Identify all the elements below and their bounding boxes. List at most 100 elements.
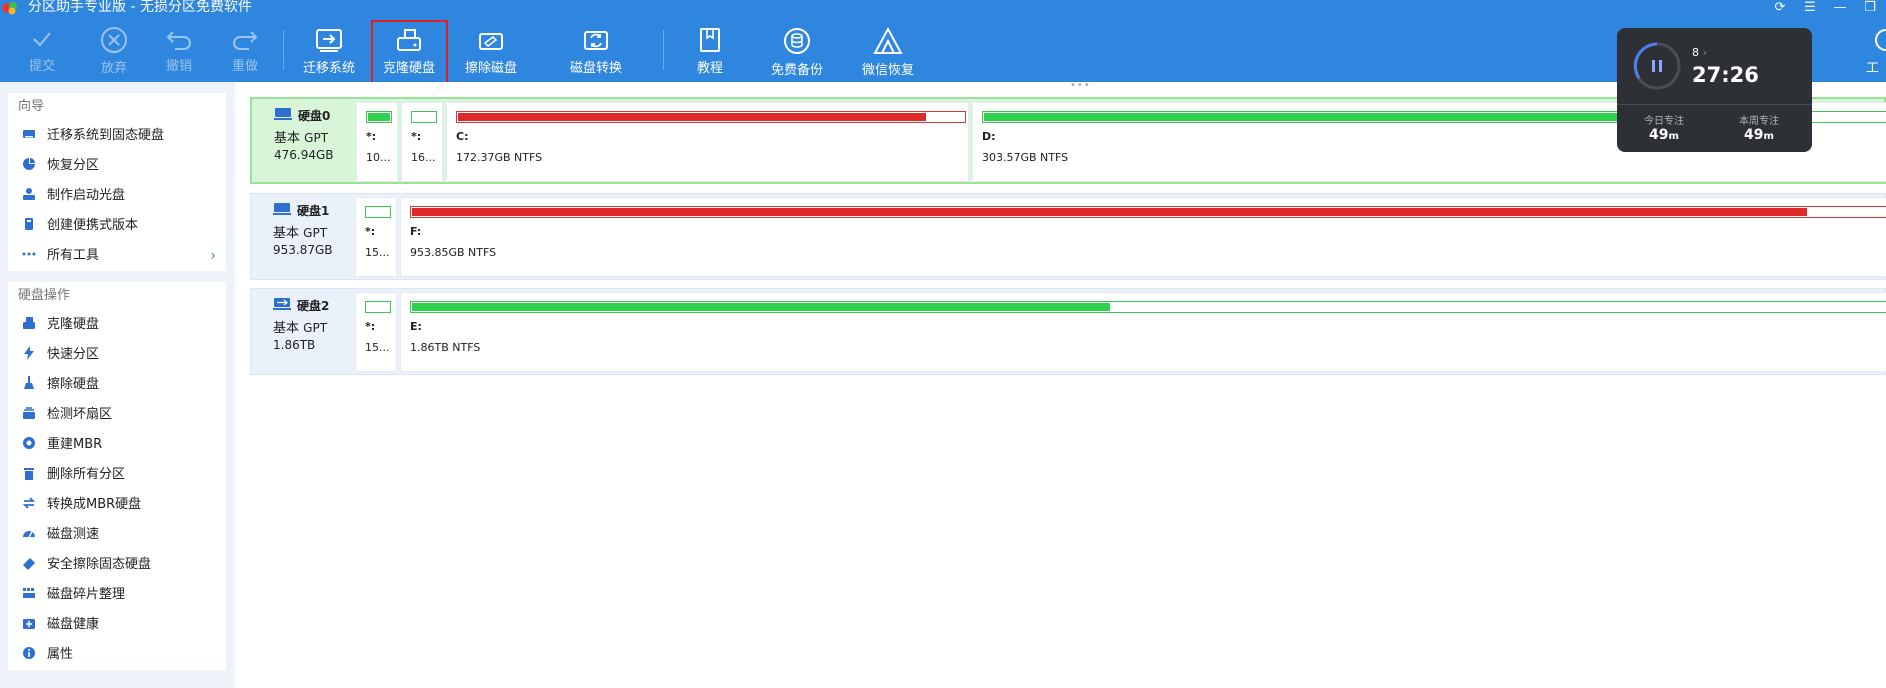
sidebar-item-secure-erase-ssd[interactable]: 安全擦除固态硬盘 (8, 550, 226, 580)
clone-disk-highlight (371, 20, 448, 86)
disk-type: 基本 GPT (274, 127, 354, 146)
submit-button[interactable]: 提交 (22, 22, 62, 78)
toolbar-separator (283, 30, 284, 70)
sidebar-item-label: 创建便携式版本 (47, 218, 139, 233)
sidebar-item-portable-version[interactable]: 创建便携式版本 (8, 211, 226, 241)
partition-block[interactable]: C: 172.37GB NTFS (446, 102, 969, 182)
redo-button[interactable]: 重做 (225, 22, 265, 78)
sidebar-item-label: 属性 (47, 647, 74, 662)
partition-info: 1.86TB NTFS (410, 341, 481, 354)
sidebar-item-rebuild-mbr[interactable]: 重建MBR (8, 430, 226, 460)
partition-label: F: (410, 225, 422, 238)
boot-disc-icon (23, 188, 35, 200)
sidebar-item-delete-all[interactable]: 删除所有分区 (8, 460, 226, 490)
convert-icon (22, 497, 36, 509)
disk-name: 硬盘0 (298, 109, 331, 123)
sidebar-item-migrate-ssd[interactable]: 迁移系统到固态硬盘 (8, 121, 226, 151)
sidebar-item-wipe-disk[interactable]: 擦除硬盘 (8, 370, 226, 400)
disk-size: 476.94GB (274, 148, 334, 162)
defrag-icon (23, 588, 35, 598)
undo-button[interactable]: 撤销 (159, 22, 199, 78)
sidebar-item-defrag[interactable]: 磁盘碎片整理 (8, 580, 226, 610)
partition-block[interactable]: E: 1.86TB NTFS (400, 292, 1886, 372)
sidebar-item-disk-speed[interactable]: 磁盘测速 (8, 520, 226, 550)
pause-icon[interactable] (1631, 40, 1683, 92)
sidebar-item-label: 安全擦除固态硬盘 (47, 557, 152, 572)
sidebar-wizard-title: 向导 (18, 99, 45, 114)
usage-fill (458, 113, 926, 121)
migrate-system-label: 迁移系统 (302, 61, 355, 76)
sidebar-item-all-tools[interactable]: 所有工具 › (8, 241, 226, 271)
migrate-system-button[interactable]: 迁移系统 (300, 22, 358, 78)
week-focus-label: 本周专注 (1739, 116, 1779, 127)
wipe-disk-label: 擦除磁盘 (464, 61, 517, 76)
disk-row-2[interactable]: 硬盘2 基本 GPT 1.86TB *: 15... E: 1.86TB NTF… (250, 288, 1886, 375)
sidebar-item-quick-partition[interactable]: 快速分区 (8, 340, 226, 370)
sidebar-wizard-panel: 向导 迁移系统到固态硬盘 恢复分区 制作启动光盘 创建便携式版本 所有工具 › (8, 93, 226, 271)
partition-label: C: (456, 130, 469, 143)
pie-chart-icon (23, 158, 35, 170)
wechat-recovery-button[interactable]: 微信恢复 (859, 22, 917, 78)
more-dots-icon (22, 252, 36, 256)
usage-bar (456, 111, 966, 123)
usage-fill (412, 303, 1110, 311)
tools-button[interactable]: 工 (1866, 22, 1886, 78)
free-backup-label: 免费备份 (770, 63, 823, 78)
disk-scheme: GPT (303, 226, 328, 240)
lightning-icon (24, 346, 34, 360)
timer-time: 27:26 (1692, 63, 1759, 87)
toolbar-separator (663, 30, 664, 70)
sidebar-item-bad-sector[interactable]: 检测坏扇区 (8, 400, 226, 430)
sidebar-item-boot-disc[interactable]: 制作启动光盘 (8, 181, 226, 211)
focus-timer-widget[interactable]: 8 › 27:26 今日专注 49m 本周专注 49m (1617, 28, 1812, 152)
sidebar-item-properties[interactable]: 属性 (8, 640, 226, 670)
chevron-right-icon: › (1702, 46, 1707, 59)
usage-bar (365, 301, 391, 313)
disk-type-label: 基本 (273, 226, 300, 241)
tutorial-button[interactable]: 教程 (690, 22, 730, 78)
partition-block[interactable]: *: 16... (401, 102, 443, 182)
restore-icon[interactable]: ❐ (1862, 0, 1878, 16)
hard-disk-icon (273, 202, 291, 216)
clone-disk-icon (23, 317, 35, 329)
partition-block[interactable]: *: 15... (355, 292, 397, 372)
partition-info: 15... (365, 341, 390, 354)
sidebar-item-disk-health[interactable]: 磁盘健康 (8, 610, 226, 640)
menu-icon[interactable]: ☰ (1802, 0, 1818, 16)
sidebar-item-label: 擦除硬盘 (47, 377, 100, 392)
sidebar-item-label: 转换成MBR硬盘 (47, 497, 142, 512)
divider (1617, 104, 1812, 105)
session-count: 8 › (1692, 46, 1707, 59)
partition-block[interactable]: *: 10... (356, 102, 398, 182)
sidebar-item-convert-mbr[interactable]: 转换成MBR硬盘 (8, 490, 226, 520)
speedometer-icon (23, 531, 35, 538)
sidebar-diskops-title: 硬盘操作 (18, 288, 71, 303)
today-focus-unit: m (1668, 131, 1679, 142)
wipe-disk-button[interactable]: 擦除磁盘 (462, 22, 520, 78)
today-focus-number: 49 (1649, 127, 1669, 143)
disk-type-label: 基本 (273, 321, 300, 336)
usage-bar (411, 111, 437, 123)
discard-button[interactable]: 放弃 (94, 22, 134, 78)
partition-block[interactable]: *: 15... (355, 197, 397, 277)
sidebar-item-clone-disk[interactable]: 克隆硬盘 (8, 310, 226, 340)
tutorial-label: 教程 (696, 61, 723, 76)
undo-icon (166, 31, 191, 50)
disk-row-1[interactable]: 硬盘1 基本 GPT 953.87GB *: 15... F: 953.85GB… (250, 193, 1886, 280)
rebuild-icon (23, 437, 35, 449)
disk-convert-icon (584, 31, 608, 50)
usage-fill (412, 208, 1807, 216)
drag-handle-icon[interactable]: ••• (1070, 80, 1091, 91)
disk-type: 基本 GPT (273, 222, 353, 241)
refresh-icon[interactable]: ⟳ (1772, 0, 1788, 16)
sidebar-item-recover-partition[interactable]: 恢复分区 (8, 151, 226, 181)
sidebar-item-label: 恢复分区 (47, 158, 100, 173)
wipe-disk-icon (479, 33, 503, 50)
app-logo-icon (2, 2, 17, 15)
toolbar: 分区助手专业版 - 无损分区免费软件 ⟳ ☰ — ❐ 提交 放弃 撤销 重做 迁… (0, 0, 1886, 86)
disk-convert-button[interactable]: 磁盘转换 (567, 22, 625, 78)
hard-disk-icon (274, 107, 292, 121)
partition-block[interactable]: F: 953.85GB NTFS (400, 197, 1886, 277)
minimize-icon[interactable]: — (1832, 0, 1848, 16)
free-backup-button[interactable]: 免费备份 (768, 22, 826, 78)
